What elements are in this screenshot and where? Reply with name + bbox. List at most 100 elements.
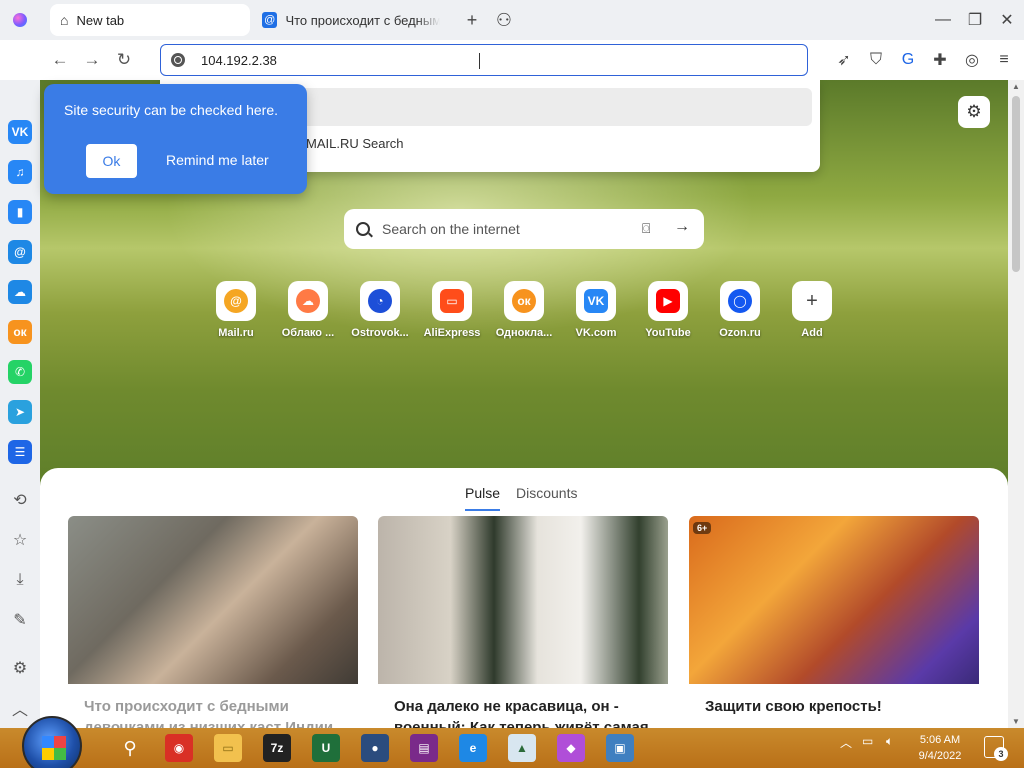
downloads-icon[interactable]: ⤓ xyxy=(8,568,32,592)
news-card[interactable]: Что происходит с бедными девочками из ни… xyxy=(68,516,358,728)
pen-icon[interactable]: ✎ xyxy=(8,608,32,632)
browser-toolbar: ← → ↻ 104.192.2.38 ➶ ⛉ G ✚ ◎ ≡ xyxy=(40,40,1024,80)
utorrent-icon[interactable]: U xyxy=(312,734,340,762)
new-tab-button[interactable]: + xyxy=(460,8,484,32)
extensions-tab-icon[interactable]: ⚇ xyxy=(492,8,516,32)
scroll-up-icon[interactable]: ▲ xyxy=(1012,82,1020,91)
mail-icon[interactable]: @ xyxy=(8,240,32,264)
cloud-icon[interactable]: ☁ xyxy=(8,280,32,304)
search-icon[interactable]: ⚲ xyxy=(116,734,144,762)
volume-icon[interactable]: 🔈︎ xyxy=(886,734,893,749)
photos-icon[interactable]: ▲ xyxy=(508,734,536,762)
scrollbar[interactable]: ▲ ▼ xyxy=(1008,80,1024,728)
notifications-icon[interactable]: 3 xyxy=(984,736,1008,761)
news-card[interactable]: Она далеко не красавица, он - военный: К… xyxy=(378,516,668,728)
chrome-icon[interactable]: ◉ xyxy=(165,734,193,762)
address-value: 104.192.2.38 xyxy=(201,52,277,68)
shield-icon[interactable]: ⛉ xyxy=(864,48,888,72)
atom-logo-icon[interactable] xyxy=(0,0,40,40)
shortcut-label: Одноклa... xyxy=(495,327,553,339)
shortcut-label: YouTube xyxy=(645,327,691,339)
music-icon[interactable]: ♫ xyxy=(8,160,32,184)
shortcut-tile[interactable]: ◔ Ostrovok... xyxy=(348,281,412,345)
shortcut-tile-box: VK xyxy=(576,281,616,321)
tab-new-tab[interactable]: ⌂ New tab xyxy=(50,4,250,36)
taskbar: ︿ ▭ 🔈︎ 5:06 AM 9/4/2022 3 ⚲ ◉ ▭ 7z U ● ▤ e ▲ ◆ ▣ xyxy=(0,716,1024,768)
mailru-at-icon: @ xyxy=(262,12,278,28)
profile-icon[interactable]: ◎ xyxy=(960,48,984,72)
collapse-icon[interactable]: ︿ xyxy=(8,696,32,720)
clock[interactable]: 5:06 AM 9/4/2022 xyxy=(912,732,968,764)
translate-icon[interactable]: G xyxy=(896,48,920,72)
plus-icon: + xyxy=(806,289,818,312)
close-window-button[interactable]: ✕ xyxy=(992,6,1022,34)
cloud-icon: ☁ xyxy=(296,289,320,313)
explorer-icon[interactable]: ▭ xyxy=(214,734,242,762)
stats-icon[interactable]: ▮ xyxy=(8,200,32,224)
ad-card-image: 6+ xyxy=(689,516,979,684)
odnoklassniki-icon: ок xyxy=(512,289,536,313)
shortcut-tile[interactable]: @ Mail.ru xyxy=(204,281,268,345)
shortcut-tile[interactable]: ☁ Облако ... xyxy=(276,281,340,345)
shortcut-tile-box: ок xyxy=(504,281,544,321)
site-security-icon[interactable] xyxy=(171,53,185,67)
shortcut-label: VK.com xyxy=(575,327,617,339)
scroll-down-icon[interactable]: ▼ xyxy=(1012,717,1020,726)
odnoklassniki-icon[interactable]: ок xyxy=(8,320,32,344)
shortcut-tile[interactable]: ◯ Ozon.ru xyxy=(708,281,772,345)
vk-icon: VK xyxy=(584,289,608,313)
vk-icon[interactable]: VK xyxy=(8,120,32,144)
tasks-icon[interactable]: ☰ xyxy=(8,440,32,464)
back-button[interactable]: ← xyxy=(48,48,72,72)
minimize-button[interactable]: — xyxy=(928,6,958,34)
arrow-right-icon[interactable]: → xyxy=(674,218,690,236)
history-icon[interactable]: ⟲ xyxy=(8,488,32,512)
shortcut-tile-box: + xyxy=(792,281,832,321)
vpn-icon[interactable]: ● xyxy=(361,734,389,762)
shortcut-tile[interactable]: ▶ YouTube xyxy=(636,281,700,345)
shortcut-tile-box: ◯ xyxy=(720,281,760,321)
bookmarks-icon[interactable]: ☆ xyxy=(8,528,32,552)
winrar-icon[interactable]: ▤ xyxy=(410,734,438,762)
tab-pulse[interactable]: Pulse xyxy=(465,485,501,511)
tray-chevron-icon[interactable]: ︿ xyxy=(840,734,852,751)
ok-button[interactable]: Ok xyxy=(86,144,137,178)
windows-logo-icon xyxy=(42,736,66,760)
ad-card[interactable]: 6+ Защити свою крепость! xyxy=(689,516,979,728)
search-placeholder: Search on the internet xyxy=(382,221,520,237)
network-app-icon[interactable]: ▣ xyxy=(606,734,634,762)
search-box[interactable]: Search on the internet ⌼ → xyxy=(344,209,704,249)
whatsapp-icon[interactable]: ✆ xyxy=(8,360,32,384)
settings-icon[interactable]: ⚙ xyxy=(8,656,32,680)
shortcut-label: Ozon.ru xyxy=(719,327,761,339)
remind-later-button[interactable]: Remind me later xyxy=(166,152,269,168)
rocket-icon[interactable]: ➶ xyxy=(832,48,856,72)
shortcut-tile[interactable]: ок Одноклa... xyxy=(492,281,556,345)
search-engine-suggestion[interactable]: MAIL.RU Search xyxy=(306,136,404,151)
shortcut-tile-box: @ xyxy=(216,281,256,321)
screen: ⌂ New tab @ Что происходит с бедными дев… xyxy=(0,0,1024,768)
network-icon[interactable]: ▭ xyxy=(862,734,873,748)
scrollbar-thumb[interactable] xyxy=(1012,96,1020,272)
reload-button[interactable]: ↻ xyxy=(112,48,136,72)
forward-button[interactable]: → xyxy=(80,48,104,72)
tab-discounts[interactable]: Discounts xyxy=(516,485,577,501)
telegram-icon[interactable]: ➤ xyxy=(8,400,32,424)
tab-label: Что происходит с бедными девочками из ни… xyxy=(285,12,440,28)
shortcut-tile[interactable]: + Add xyxy=(780,281,844,345)
shortcut-tile[interactable]: ▭ AliExpress xyxy=(420,281,484,345)
clock-time: 5:06 AM xyxy=(919,734,961,746)
address-bar[interactable]: 104.192.2.38 xyxy=(160,44,808,76)
7zip-icon[interactable]: 7z xyxy=(263,734,291,762)
camera-icon[interactable]: ⌼ xyxy=(642,220,650,237)
edge-icon[interactable]: e xyxy=(459,734,487,762)
tab-article[interactable]: @ Что происходит с бедными девочками из … xyxy=(252,4,450,36)
puzzle-icon[interactable]: ✚ xyxy=(928,48,952,72)
page-settings-button[interactable]: ⚙ xyxy=(958,96,990,128)
menu-icon[interactable]: ≡ xyxy=(992,48,1016,72)
start-button[interactable] xyxy=(22,716,82,768)
shortcut-tile[interactable]: VK VK.com xyxy=(564,281,628,345)
shortcut-tile-box: ☁ xyxy=(288,281,328,321)
atom-browser-icon[interactable]: ◆ xyxy=(557,734,585,762)
restore-button[interactable]: ❐ xyxy=(960,6,990,34)
